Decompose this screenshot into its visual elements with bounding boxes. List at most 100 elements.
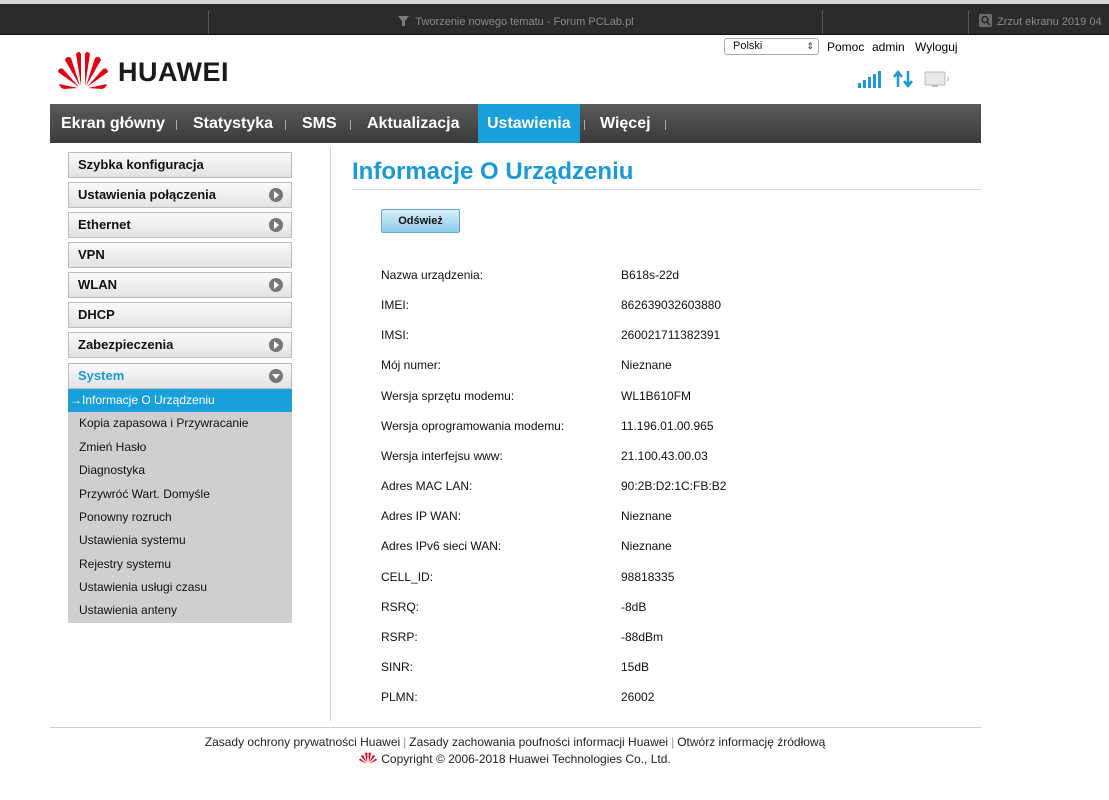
huawei-flower-icon xyxy=(58,52,108,89)
browser-tab-blank[interactable] xyxy=(822,10,968,34)
open-source-link[interactable]: Otwórz informację źródłową xyxy=(677,735,825,749)
submenu-item-reboot[interactable]: Ponowny rozruch xyxy=(68,506,292,529)
favicon-icon xyxy=(397,12,410,26)
info-label-wan-ip: Adres IP WAN: xyxy=(381,509,462,523)
sidebar-item-connection-settings[interactable]: Ustawienia połączenia xyxy=(68,182,292,208)
nav-sms[interactable]: SMS xyxy=(302,104,337,143)
info-label-cell-id: CELL_ID: xyxy=(381,570,434,584)
page-title: Informacje O Urządzeniu xyxy=(352,158,634,185)
info-label-rsrp: RSRP: xyxy=(381,630,418,644)
chevron-right-icon xyxy=(269,338,283,352)
submenu-item-time-settings[interactable]: Ustawienia usługi czasu xyxy=(68,576,292,599)
logout-link[interactable]: Wyloguj xyxy=(915,40,958,54)
info-label-rsrq: RSRQ: xyxy=(381,600,420,614)
browser-tab-forum[interactable]: Tworzenie nowego tematu - Forum PCLab.pl xyxy=(208,10,822,34)
sidebar-item-system[interactable]: System xyxy=(68,363,292,389)
chevron-right-icon xyxy=(269,278,283,292)
nav-settings[interactable]: Ustawienia xyxy=(478,104,580,143)
user-name: admin xyxy=(872,40,905,54)
info-label-my-number: Mój numer: xyxy=(381,358,442,372)
submenu-item-device-info[interactable]: →Informacje O Urządzeniu xyxy=(68,389,292,412)
sidebar-item-ethernet[interactable]: Ethernet xyxy=(68,212,292,238)
info-value-plmn: 26002 xyxy=(621,690,655,704)
submenu-item-system-logs[interactable]: Rejestry systemu xyxy=(68,553,292,576)
nav-separator xyxy=(665,120,666,130)
browser-tab-empty[interactable] xyxy=(0,10,208,34)
nav-more[interactable]: Więcej xyxy=(600,104,651,143)
privacy-policy-link[interactable]: Zasady ochrony prywatności Huawei xyxy=(205,735,400,749)
language-select[interactable]: Polski ⇕ xyxy=(724,38,819,55)
copyright: Copyright © 2006-2018 Huawei Technologie… xyxy=(0,752,1030,766)
info-label-device-name: Nazwa urządzenia: xyxy=(381,268,484,282)
info-value-rsrq: -8dB xyxy=(621,600,647,614)
info-value-web-ui-version: 21.100.43.00.03 xyxy=(621,449,708,463)
info-label-hardware-version: Wersja sprzętu modemu: xyxy=(381,389,515,403)
huawei-logo: HUAWEI xyxy=(56,48,229,90)
info-value-wan-ip: Nieznane xyxy=(621,509,672,523)
info-label-lan-mac: Adres MAC LAN: xyxy=(381,479,473,493)
sidebar-item-label: DHCP xyxy=(78,307,115,322)
info-label-plmn: PLMN: xyxy=(381,690,418,704)
info-value-imei: 862639032603880 xyxy=(621,298,722,312)
submenu-item-system-settings[interactable]: Ustawienia systemu xyxy=(68,529,292,552)
signal-strength-icon xyxy=(858,70,884,90)
sidebar-item-wlan[interactable]: WLAN xyxy=(68,272,292,298)
nav-home[interactable]: Ekran główny xyxy=(61,104,165,143)
chevron-updown-icon: ⇕ xyxy=(806,41,814,51)
sidebar-item-dhcp[interactable]: DHCP xyxy=(68,302,292,328)
info-label-imei: IMEI: xyxy=(381,298,410,312)
sidebar-item-quick-setup[interactable]: Szybka konfiguracja xyxy=(68,152,292,178)
sidebar-item-label: WLAN xyxy=(78,277,117,292)
sidebar-item-label: Zabezpieczenia xyxy=(78,337,174,352)
tab-title: Zrzut ekranu 2019 04 xyxy=(997,16,1102,28)
data-transfer-icon xyxy=(893,69,915,90)
info-value-rsrp: -88dBm xyxy=(621,630,664,644)
nav-separator xyxy=(176,120,177,130)
info-value-wan-ipv6: Nieznane xyxy=(621,539,672,553)
sidebar-item-security[interactable]: Zabezpieczenia xyxy=(68,332,292,358)
chevron-right-icon xyxy=(269,218,283,232)
refresh-button[interactable]: Odśwież xyxy=(381,209,460,233)
info-value-sinr: 15dB xyxy=(621,660,650,674)
info-value-my-number: Nieznane xyxy=(621,358,672,372)
info-label-web-ui-version: Wersja interfejsu www: xyxy=(381,449,503,463)
submenu-item-antenna-settings[interactable]: Ustawienia anteny xyxy=(68,599,292,622)
confidentiality-policy-link[interactable]: Zasady zachowania poufności informacji H… xyxy=(409,735,668,749)
copyright-text: Copyright © 2006-2018 Huawei Technologie… xyxy=(381,752,671,766)
footer-divider xyxy=(50,727,981,728)
info-value-imsi: 260021711382391 xyxy=(621,328,721,342)
nav-separator xyxy=(350,120,351,130)
nav-update[interactable]: Aktualizacja xyxy=(367,104,459,143)
chevron-right-icon xyxy=(269,188,283,202)
language-select-value: Polski xyxy=(733,40,763,52)
nav-separator xyxy=(285,120,286,130)
huawei-flower-icon xyxy=(359,752,378,764)
title-divider xyxy=(352,189,981,190)
info-value-hardware-version: WL1B610FM xyxy=(621,389,692,403)
footer-separator: | xyxy=(671,735,675,749)
nav-statistics[interactable]: Statystyka xyxy=(193,104,273,143)
content-divider xyxy=(330,147,331,721)
sidebar-item-label: Ethernet xyxy=(78,217,131,232)
help-link[interactable]: Pomoc xyxy=(827,40,864,54)
submenu-item-restore-defaults[interactable]: Przywróć Wart. Domyśle xyxy=(68,483,292,506)
browser-tab-screenshot[interactable]: Zrzut ekranu 2019 04 xyxy=(968,10,1109,34)
info-value-lan-mac: 90:2B:D2:1C:FB:B2 xyxy=(621,479,727,493)
submenu-item-backup-restore[interactable]: Kopia zapasowa i Przywracanie xyxy=(68,412,292,435)
system-submenu: →Informacje O Urządzeniu Kopia zapasowa … xyxy=(68,389,292,623)
tab-title: Tworzenie nowego tematu - Forum PCLab.pl xyxy=(415,16,634,28)
sidebar-item-label: VPN xyxy=(78,247,105,262)
info-label-imsi: IMSI: xyxy=(381,328,410,342)
sidebar-item-label: Ustawienia połączenia xyxy=(78,187,216,202)
browser-tab-bar: Tworzenie nowego tematu - Forum PCLab.pl… xyxy=(0,4,1109,35)
info-value-device-name: B618s-22d xyxy=(621,268,680,282)
sidebar-item-vpn[interactable]: VPN xyxy=(68,242,292,268)
brand-name: HUAWEI xyxy=(118,57,229,87)
sidebar-item-label: Szybka konfiguracja xyxy=(78,157,204,172)
submenu-item-change-password[interactable]: Zmień Hasło xyxy=(68,436,292,459)
chevron-down-icon xyxy=(269,369,283,383)
submenu-item-label: Informacje O Urządzeniu xyxy=(82,393,215,407)
submenu-item-diagnostics[interactable]: Diagnostyka xyxy=(68,459,292,482)
arrow-right-icon: → xyxy=(70,393,82,407)
info-value-cell-id: 98818335 xyxy=(621,570,675,584)
